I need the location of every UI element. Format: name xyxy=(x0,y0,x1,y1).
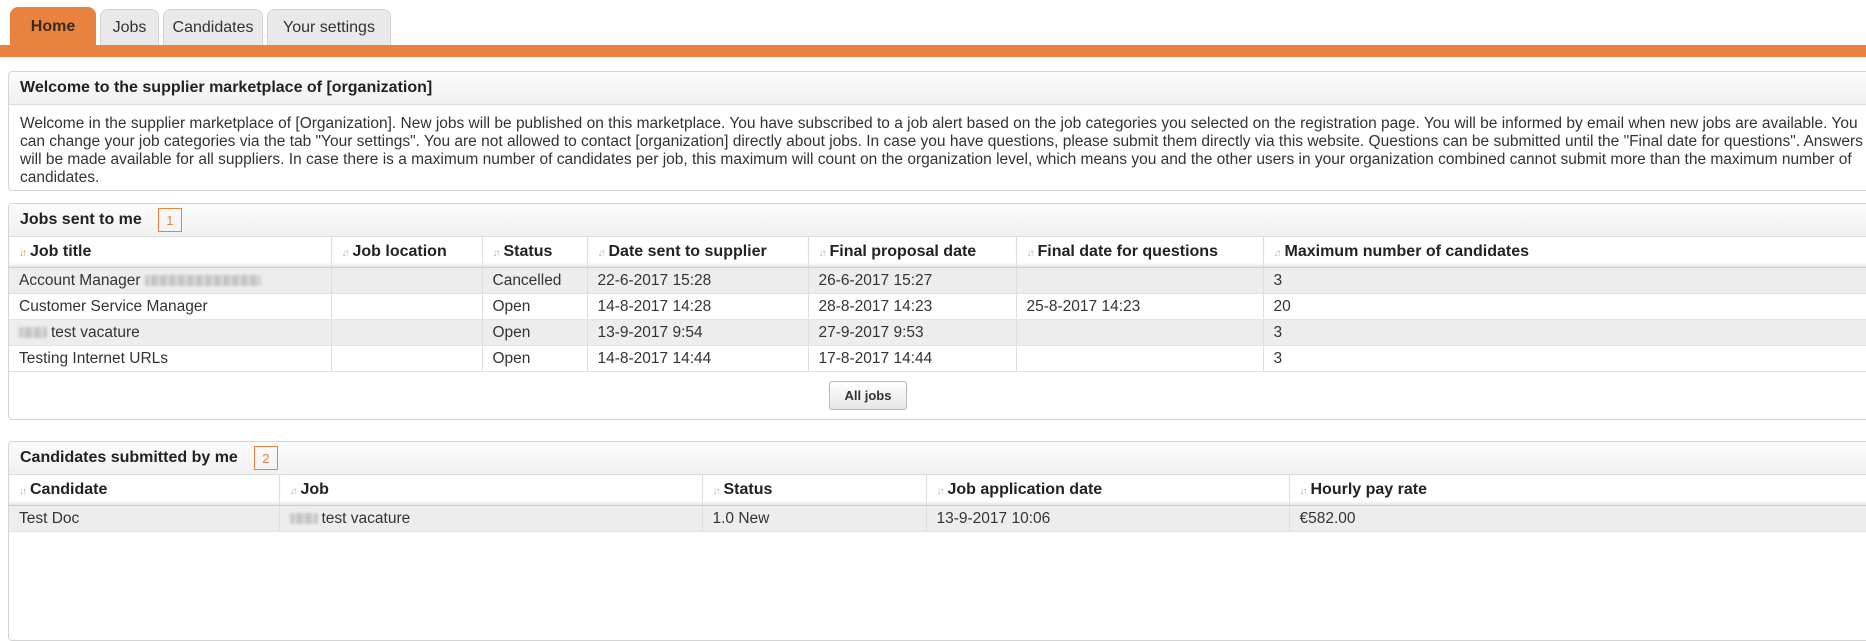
tab-list: Home Jobs Candidates Your settings xyxy=(10,7,391,45)
final-proposal-cell: 27-9-2017 9:53 xyxy=(808,319,1017,346)
candidates-panel-header: Candidates submitted by me 2 xyxy=(9,442,1866,475)
jobs-actions: All jobs xyxy=(9,372,1866,419)
final-proposal-cell: 26-6-2017 15:27 xyxy=(808,267,1017,294)
sort-icon: ↓↑ xyxy=(19,248,27,259)
col-header-job[interactable]: ↓↑ Job xyxy=(279,475,703,506)
jobs-table-header-row: ↓↑ Job title ↓↑ Job location ↓↑ Status ↓↑ Da… xyxy=(9,237,1866,268)
max-candidates-cell: 3 xyxy=(1263,267,1866,294)
application-date-cell: 13-9-2017 10:06 xyxy=(926,505,1290,532)
job-title-cell[interactable]: test vacature xyxy=(9,319,332,346)
col-header-job-location[interactable]: ↓↑ Job location xyxy=(331,237,483,268)
tab-candidates[interactable]: Candidates xyxy=(163,9,263,45)
max-candidates-cell: 3 xyxy=(1263,345,1866,372)
tab-home[interactable]: Home xyxy=(10,7,96,45)
candidates-table-header-row: ↓↑ Candidate ↓↑ Job ↓↑ Status ↓↑ Job applica… xyxy=(9,475,1866,506)
sort-icon: ↓↑ xyxy=(1273,248,1282,259)
tab-your-settings[interactable]: Your settings xyxy=(267,9,391,45)
tab-underline-bar xyxy=(0,45,1866,57)
jobs-table: ↓↑ Job title ↓↑ Job location ↓↑ Status ↓↑ Da… xyxy=(9,237,1866,372)
sort-icon: ↓↑ xyxy=(818,248,827,259)
date-sent-cell: 13-9-2017 9:54 xyxy=(587,319,809,346)
candidate-cell[interactable]: Test Doc xyxy=(9,505,280,532)
welcome-panel: Welcome to the supplier marketplace of [… xyxy=(8,71,1866,191)
final-questions-cell xyxy=(1016,319,1264,346)
date-sent-cell: 14-8-2017 14:44 xyxy=(587,345,809,372)
sort-icon: ↓↑ xyxy=(1299,486,1308,497)
sort-icon: ↓↑ xyxy=(936,486,945,497)
sort-icon: ↓↑ xyxy=(712,486,721,497)
sort-icon: ↓↑ xyxy=(1026,248,1035,259)
main-tab-bar: Home Jobs Candidates Your settings xyxy=(0,0,1866,58)
job-location-cell xyxy=(331,319,483,346)
sort-icon: ↓↑ xyxy=(19,486,27,497)
status-cell: Open xyxy=(482,345,588,372)
max-candidates-cell: 20 xyxy=(1263,293,1866,320)
sort-icon: ↓↑ xyxy=(341,248,350,259)
col-header-final-date-questions[interactable]: ↓↑ Final date for questions xyxy=(1016,237,1264,268)
col-header-status[interactable]: ↓↑ Status xyxy=(702,475,927,506)
all-jobs-button[interactable]: All jobs xyxy=(828,381,908,410)
final-questions-cell xyxy=(1016,345,1264,372)
final-questions-cell: 25-8-2017 14:23 xyxy=(1016,293,1264,320)
job-location-cell xyxy=(331,345,483,372)
sort-icon: ↓↑ xyxy=(492,248,501,259)
status-cell: Open xyxy=(482,319,588,346)
final-proposal-cell: 28-8-2017 14:23 xyxy=(808,293,1017,320)
welcome-text: Welcome in the supplier marketplace of [… xyxy=(20,115,1863,186)
col-header-status[interactable]: ↓↑ Status xyxy=(482,237,588,268)
redacted-text xyxy=(289,512,318,524)
candidates-table: ↓↑ Candidate ↓↑ Job ↓↑ Status ↓↑ Job applica… xyxy=(9,475,1866,532)
pay-rate-cell: €582.00 xyxy=(1289,505,1866,532)
col-header-date-sent[interactable]: ↓↑ Date sent to supplier xyxy=(587,237,809,268)
col-header-final-proposal-date[interactable]: ↓↑ Final proposal date xyxy=(808,237,1017,268)
col-header-application-date[interactable]: ↓↑ Job application date xyxy=(926,475,1290,506)
final-questions-cell xyxy=(1016,267,1264,294)
max-candidates-cell: 3 xyxy=(1263,319,1866,346)
redacted-text xyxy=(144,274,261,286)
tab-jobs[interactable]: Jobs xyxy=(100,9,159,45)
job-location-cell xyxy=(331,267,483,294)
col-header-max-candidates[interactable]: ↓↑ Maximum number of candidates xyxy=(1263,237,1866,268)
col-header-hourly-pay-rate[interactable]: ↓↑ Hourly pay rate xyxy=(1289,475,1866,506)
jobs-panel-title: Jobs sent to me xyxy=(20,211,142,228)
jobs-panel-header: Jobs sent to me 1 xyxy=(9,204,1866,237)
jobs-panel: Jobs sent to me 1 ↓↑ Job title ↓↑ Job loca… xyxy=(8,203,1866,420)
welcome-title: Welcome to the supplier marketplace of [… xyxy=(9,72,1866,105)
table-row[interactable]: Customer Service Manager Open 14-8-2017 … xyxy=(9,293,1866,320)
col-header-job-title[interactable]: ↓↑ Job title xyxy=(9,237,332,268)
table-row[interactable]: Account Manager Cancelled 22-6-2017 15:2… xyxy=(9,267,1866,294)
job-title-cell[interactable]: Customer Service Manager xyxy=(9,293,332,320)
candidates-panel: Candidates submitted by me 2 ↓↑ Candidate… xyxy=(8,441,1866,641)
col-header-candidate[interactable]: ↓↑ Candidate xyxy=(9,475,280,506)
table-row[interactable]: Testing Internet URLs Open 14-8-2017 14:… xyxy=(9,345,1866,372)
sort-icon: ↓↑ xyxy=(289,486,298,497)
candidates-count-badge: 2 xyxy=(253,446,278,470)
table-row[interactable]: Test Doc test vacature 1.0 New 13-9-2017… xyxy=(9,505,1866,532)
jobs-count-badge: 1 xyxy=(157,208,182,232)
job-title-cell[interactable]: Testing Internet URLs xyxy=(9,345,332,372)
status-cell: 1.0 New xyxy=(702,505,927,532)
job-cell[interactable]: test vacature xyxy=(279,505,703,532)
table-row[interactable]: test vacature Open 13-9-2017 9:54 27-9-2… xyxy=(9,319,1866,346)
date-sent-cell: 14-8-2017 14:28 xyxy=(587,293,809,320)
status-cell: Cancelled xyxy=(482,267,588,294)
status-cell: Open xyxy=(482,293,588,320)
sort-icon: ↓↑ xyxy=(597,248,606,259)
date-sent-cell: 22-6-2017 15:28 xyxy=(587,267,809,294)
job-location-cell xyxy=(331,293,483,320)
job-title-cell[interactable]: Account Manager xyxy=(9,267,332,294)
redacted-text xyxy=(19,326,47,338)
final-proposal-cell: 17-8-2017 14:44 xyxy=(808,345,1017,372)
candidates-panel-title: Candidates submitted by me xyxy=(20,449,238,466)
